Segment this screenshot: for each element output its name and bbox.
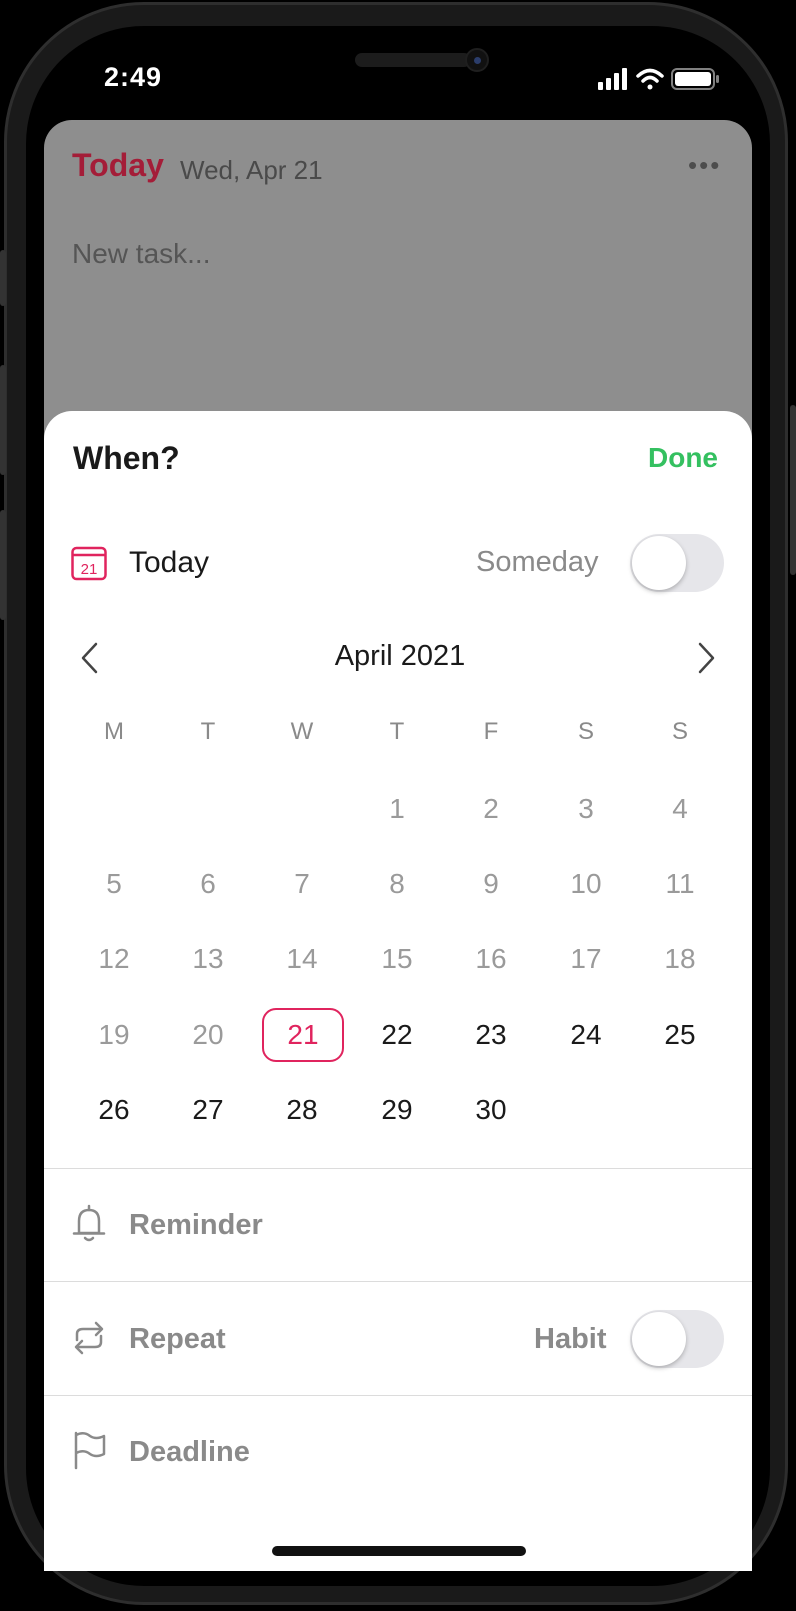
side-button [0,510,6,620]
calendar-day[interactable]: 12 [74,943,154,975]
bell-icon [72,1204,106,1242]
calendar-day[interactable]: 20 [168,1019,248,1051]
deadline-option[interactable]: Deadline [129,1436,250,1469]
battery-icon [671,68,719,90]
calendar-day[interactable]: 7 [262,868,342,900]
calendar-day[interactable]: 2 [451,793,531,825]
calendar-day[interactable]: 14 [262,943,342,975]
weekday-label: S [671,718,688,745]
calendar-day[interactable]: 24 [546,1019,626,1051]
done-button[interactable]: Done [648,442,718,474]
more-icon[interactable]: ••• [688,150,721,181]
divider [44,1168,752,1169]
calendar-day[interactable]: 6 [168,868,248,900]
flag-icon [74,1431,106,1470]
chevron-right-icon[interactable] [694,640,718,676]
side-button [790,405,796,575]
calendar-day[interactable]: 10 [546,868,626,900]
calendar-day[interactable]: 15 [357,943,437,975]
calendar-day[interactable]: 8 [357,868,437,900]
calendar-day[interactable]: 17 [546,943,626,975]
backdrop-date: Wed, Apr 21 [180,155,323,185]
calendar-day[interactable]: 30 [451,1094,531,1126]
signal-icon [598,68,627,90]
divider [44,1395,752,1396]
today-option[interactable]: Today [129,546,209,580]
calendar-day[interactable]: 3 [546,793,626,825]
calendar-day[interactable]: 9 [451,868,531,900]
reminder-option[interactable]: Reminder [129,1209,263,1242]
weekday-label: M [104,718,124,745]
calendar-icon-day: 21 [81,561,98,578]
wifi-icon [636,68,664,90]
someday-toggle[interactable] [630,534,724,592]
calendar-day[interactable]: 22 [357,1019,437,1051]
sheet-bottom [44,1480,752,1570]
calendar-day[interactable]: 18 [640,943,720,975]
status-icons [598,68,719,90]
calendar-day[interactable]: 5 [74,868,154,900]
repeat-option[interactable]: Repeat [129,1323,226,1356]
calendar-day[interactable]: 4 [640,793,720,825]
weekday-label: S [577,718,594,745]
camera-icon [465,48,489,72]
calendar-day[interactable]: 1 [357,793,437,825]
new-task-input[interactable]: New task... [72,238,210,270]
calendar-day[interactable]: 13 [168,943,248,975]
divider [44,1281,752,1282]
side-button [0,250,6,306]
chevron-left-icon[interactable] [78,640,102,676]
calendar-day[interactable]: 16 [451,943,531,975]
calendar-day[interactable]: 23 [451,1019,531,1051]
weekday-label: T [389,718,405,745]
habit-label: Habit [534,1323,607,1355]
backdrop-title: Today [72,147,164,183]
weekday-label: W [290,718,314,745]
calendar-day[interactable]: 27 [168,1094,248,1126]
calendar-day[interactable]: 11 [640,868,720,900]
home-indicator[interactable] [272,1546,526,1556]
status-time: 2:49 [104,62,163,92]
calendar-day-selected[interactable]: 21 [263,1019,343,1051]
calendar-day[interactable]: 19 [74,1019,154,1051]
side-button [0,365,6,475]
weekday-label: T [200,718,216,745]
weekday-label: F [483,718,499,745]
month-label: April 2021 [334,640,466,672]
toggle-knob [632,536,686,590]
habit-toggle[interactable] [630,1310,724,1368]
calendar-icon: 21 [71,546,107,581]
someday-label: Someday [476,546,599,578]
calendar-day[interactable]: 25 [640,1019,720,1051]
sheet-title: When? [73,440,180,476]
calendar-day[interactable]: 28 [262,1094,342,1126]
calendar-day[interactable]: 26 [74,1094,154,1126]
toggle-knob [632,1312,686,1366]
calendar-day[interactable]: 29 [357,1094,437,1126]
repeat-icon [74,1321,104,1355]
speaker-grille [355,53,471,67]
